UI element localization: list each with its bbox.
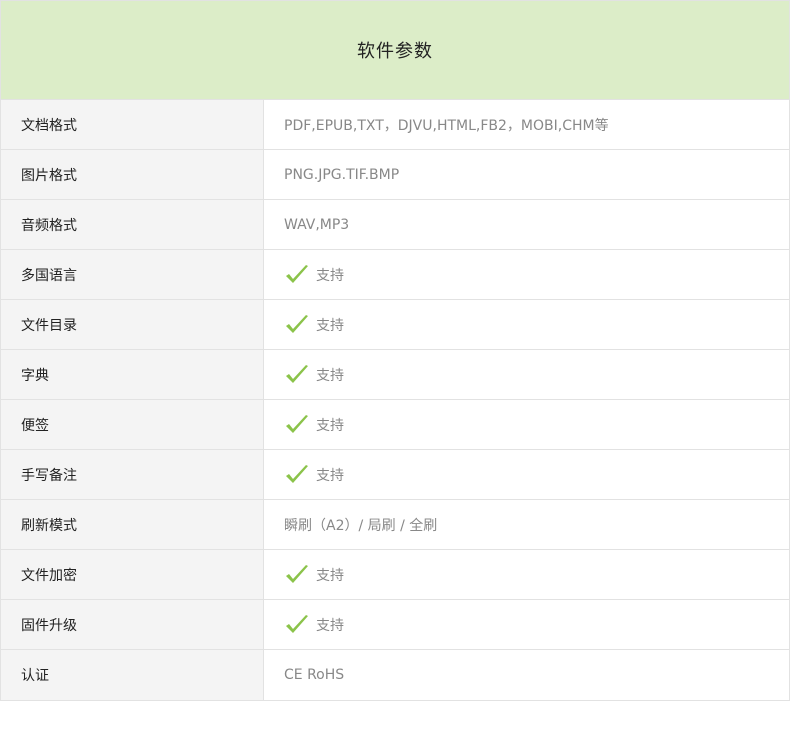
support-text: 支持 (316, 567, 344, 584)
support-text: 支持 (316, 467, 344, 484)
row-label: 字典 (1, 350, 264, 399)
check-icon (284, 412, 310, 438)
row-label: 手写备注 (1, 450, 264, 499)
check-icon (284, 262, 310, 288)
row-value: WAV,MP3 (264, 200, 789, 249)
table-row: 图片格式 PNG.JPG.TIF.BMP (1, 150, 789, 200)
software-spec-table: 软件参数 文档格式 PDF,EPUB,TXT，DJVU,HTML,FB2，MOB… (0, 0, 790, 701)
row-value: 支持 (264, 600, 789, 649)
row-value-text: PDF,EPUB,TXT，DJVU,HTML,FB2，MOBI,CHM等 (284, 117, 609, 134)
table-row: 文件加密 支持 (1, 550, 789, 600)
table-row: 音频格式 WAV,MP3 (1, 200, 789, 250)
row-value: 支持 (264, 450, 789, 499)
check-icon (284, 462, 310, 488)
table-row: 多国语言 支持 (1, 250, 789, 300)
row-label: 图片格式 (1, 150, 264, 199)
row-value: 支持 (264, 300, 789, 349)
support-text: 支持 (316, 617, 344, 634)
table-row: 便签 支持 (1, 400, 789, 450)
check-icon (284, 312, 310, 338)
table-row: 字典 支持 (1, 350, 789, 400)
table-row: 认证 CE RoHS (1, 650, 789, 700)
table-row: 文件目录 支持 (1, 300, 789, 350)
table-row: 文档格式 PDF,EPUB,TXT，DJVU,HTML,FB2，MOBI,CHM… (1, 100, 789, 150)
row-label: 多国语言 (1, 250, 264, 299)
row-label: 文件目录 (1, 300, 264, 349)
row-label: 音频格式 (1, 200, 264, 249)
row-value: 支持 (264, 350, 789, 399)
support-text: 支持 (316, 317, 344, 334)
row-value-text: CE RoHS (284, 667, 345, 683)
support-text: 支持 (316, 367, 344, 384)
support-text: 支持 (316, 417, 344, 434)
row-label: 固件升级 (1, 600, 264, 649)
row-value-text: PNG.JPG.TIF.BMP (284, 166, 400, 183)
check-icon (284, 612, 310, 638)
row-label: 便签 (1, 400, 264, 449)
row-label: 刷新模式 (1, 500, 264, 549)
row-value: 支持 (264, 550, 789, 599)
row-label: 文档格式 (1, 100, 264, 149)
row-value: PNG.JPG.TIF.BMP (264, 150, 789, 199)
row-value: 支持 (264, 400, 789, 449)
row-label: 文件加密 (1, 550, 264, 599)
table-title: 软件参数 (357, 41, 433, 62)
table-header: 软件参数 (1, 1, 789, 100)
row-value: 支持 (264, 250, 789, 299)
row-value-text: WAV,MP3 (284, 216, 350, 233)
table-row: 手写备注 支持 (1, 450, 789, 500)
row-value: PDF,EPUB,TXT，DJVU,HTML,FB2，MOBI,CHM等 (264, 100, 789, 149)
table-row: 刷新模式 瞬刷（A2）/ 局刷 / 全刷 (1, 500, 789, 550)
check-icon (284, 562, 310, 588)
table-row: 固件升级 支持 (1, 600, 789, 650)
row-value: 瞬刷（A2）/ 局刷 / 全刷 (264, 500, 789, 549)
support-text: 支持 (316, 267, 344, 284)
row-label: 认证 (1, 650, 264, 700)
row-value: CE RoHS (264, 650, 789, 700)
row-value-text: 瞬刷（A2）/ 局刷 / 全刷 (284, 517, 438, 534)
check-icon (284, 362, 310, 388)
